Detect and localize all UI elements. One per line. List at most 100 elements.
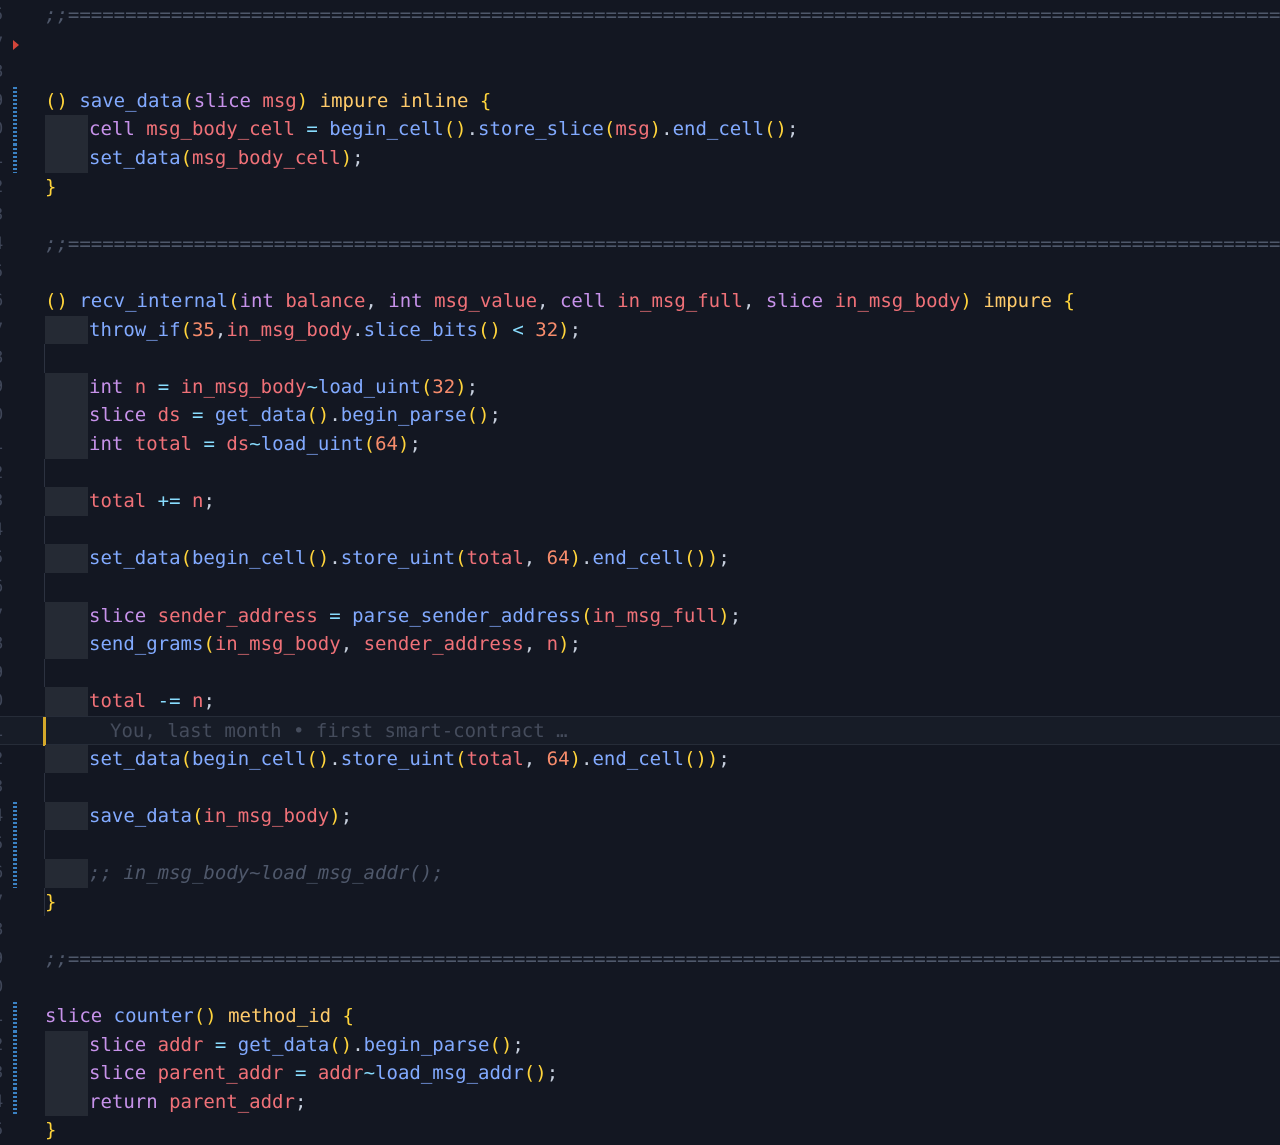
indent-guide xyxy=(45,1030,88,1060)
code-line[interactable]: 2 slice addr = get_data().begin_parse(); xyxy=(0,1030,1280,1060)
code-line[interactable]: 3 xyxy=(0,201,1280,230)
indent-guide xyxy=(45,430,88,459)
line-number: 1 xyxy=(0,1002,5,1031)
line-number: 4 xyxy=(0,802,5,831)
code-text[interactable]: int total = ds~load_uint(64); xyxy=(89,430,421,459)
code-line[interactable]: 5 xyxy=(0,830,1280,859)
code-editor[interactable]: 5 ;;=====================================… xyxy=(0,0,1280,1141)
code-line[interactable]: 8 send_grams(in_msg_body, sender_address,… xyxy=(0,630,1280,659)
git-change-indicator[interactable] xyxy=(13,144,17,173)
code-line[interactable]: 0 xyxy=(0,973,1280,1002)
code-line[interactable]: 1 You, last month • first smart-contract … xyxy=(0,716,1280,746)
indent-guide xyxy=(44,658,45,688)
code-line[interactable]: 8 xyxy=(0,58,1280,87)
code-text[interactable]: send_grams(in_msg_body, sender_address, … xyxy=(89,630,581,659)
code-line[interactable]: 9 int n = in_msg_body~load_uint(32); xyxy=(0,372,1280,402)
code-text[interactable]: save_data(in_msg_body); xyxy=(89,802,352,831)
code-line[interactable]: 0 cell msg_body_cell = begin_cell().store… xyxy=(0,115,1280,144)
indent-guide xyxy=(44,344,45,373)
code-line[interactable]: 6 xyxy=(0,573,1280,602)
code-line[interactable]: 9 ;;=====================================… xyxy=(0,945,1280,974)
line-number: 2 xyxy=(0,173,5,202)
code-line[interactable]: 8 xyxy=(0,344,1280,373)
line-number: 8 xyxy=(0,916,5,945)
code-text[interactable]: total -= n; xyxy=(89,687,215,716)
code-line[interactable]: 9 xyxy=(0,658,1280,688)
code-text[interactable]: slice counter() method_id { xyxy=(45,1002,354,1031)
line-number: 7 xyxy=(0,602,5,631)
indent-guide xyxy=(45,372,88,402)
code-text[interactable]: slice addr = get_data().begin_parse(); xyxy=(89,1031,524,1060)
code-text[interactable]: total += n; xyxy=(89,487,215,516)
code-text[interactable]: cell msg_body_cell = begin_cell().store_… xyxy=(89,115,798,144)
breakpoint-arrow-icon[interactable] xyxy=(13,39,19,50)
code-line[interactable]: 2 set_data(begin_cell().store_uint(total,… xyxy=(0,744,1280,774)
code-text[interactable]: int n = in_msg_body~load_uint(32); xyxy=(89,373,478,402)
indent-guide xyxy=(45,144,88,173)
line-number: 3 xyxy=(0,773,5,802)
code-line[interactable]: 7 throw_if(35,in_msg_body.slice_bits() < … xyxy=(0,315,1280,345)
code-text[interactable]: set_data(begin_cell().store_uint(total, … xyxy=(89,544,730,573)
indent-guide xyxy=(45,859,88,888)
git-change-indicator[interactable] xyxy=(13,859,17,888)
code-text[interactable]: } xyxy=(45,173,56,202)
code-line[interactable]: 6 ;; in_msg_body~load_msg_addr(); xyxy=(0,859,1280,888)
code-text[interactable]: ;;======================================… xyxy=(45,945,1280,974)
code-line[interactable]: 8 xyxy=(0,916,1280,945)
git-change-indicator[interactable] xyxy=(13,1030,17,1060)
line-number: 9 xyxy=(0,945,5,974)
code-line[interactable]: 2} xyxy=(0,173,1280,202)
git-change-indicator[interactable] xyxy=(13,1087,17,1117)
code-line[interactable]: 1 set_data(msg_body_cell); xyxy=(0,144,1280,173)
code-line[interactable]: 5 ;;=====================================… xyxy=(0,1,1280,30)
code-text[interactable]: slice parent_addr = addr~load_msg_addr()… xyxy=(89,1059,558,1088)
line-number: 5 xyxy=(0,830,5,859)
code-text[interactable]: () save_data(slice msg) impure inline { xyxy=(45,87,491,116)
code-line[interactable]: 0 slice ds = get_data().begin_parse(); xyxy=(0,401,1280,430)
code-text[interactable]: throw_if(35,in_msg_body.slice_bits() < 3… xyxy=(89,316,581,345)
code-text[interactable]: ;;======================================… xyxy=(45,230,1280,259)
line-number: 8 xyxy=(0,58,5,87)
git-change-indicator[interactable] xyxy=(13,115,17,144)
line-number: 4 xyxy=(0,516,5,545)
git-change-indicator[interactable] xyxy=(13,830,17,859)
line-number: 6 xyxy=(0,287,5,316)
line-number: 3 xyxy=(0,1059,5,1088)
code-text[interactable]: ;;======================================… xyxy=(45,1,1280,30)
git-change-indicator[interactable] xyxy=(13,1002,17,1031)
code-line[interactable]: 4 xyxy=(0,515,1280,545)
code-text[interactable]: () recv_internal(int balance, int msg_va… xyxy=(45,287,1075,316)
code-text[interactable]: set_data(msg_body_cell); xyxy=(89,144,364,173)
code-line[interactable]: 6 () recv_internal(int balance, int msg_v… xyxy=(0,287,1280,316)
code-line[interactable]: 5 set_data(begin_cell().store_uint(total,… xyxy=(0,544,1280,573)
code-text[interactable]: slice sender_address = parse_sender_addr… xyxy=(89,602,741,631)
code-line[interactable]: 3 total += n; xyxy=(0,487,1280,516)
code-line[interactable]: 0 total -= n; xyxy=(0,687,1280,716)
git-change-indicator[interactable] xyxy=(13,801,17,831)
indent-guide xyxy=(45,315,88,345)
line-number: 1 xyxy=(0,144,5,173)
code-line[interactable]: 7} xyxy=(0,887,1280,917)
code-text[interactable]: ;; in_msg_body~load_msg_addr(); xyxy=(89,859,444,888)
code-line[interactable]: 3 xyxy=(0,773,1280,802)
code-line[interactable]: 7 xyxy=(0,30,1280,59)
code-text[interactable]: } xyxy=(45,1116,56,1145)
git-change-indicator[interactable] xyxy=(13,86,17,116)
code-line[interactable]: 1 slice counter() method_id { xyxy=(0,1002,1280,1031)
code-text[interactable]: } xyxy=(45,888,56,917)
line-number: 1 xyxy=(0,430,5,459)
code-line[interactable]: 4 save_data(in_msg_body); xyxy=(0,801,1280,831)
code-line[interactable]: 2 xyxy=(0,458,1280,488)
code-text[interactable]: slice ds = get_data().begin_parse(); xyxy=(89,401,501,430)
git-change-indicator[interactable] xyxy=(13,1059,17,1088)
code-line[interactable]: 3 slice parent_addr = addr~load_msg_addr(… xyxy=(0,1059,1280,1088)
code-line[interactable]: 1 int total = ds~load_uint(64); xyxy=(0,430,1280,459)
code-line[interactable]: 4 return parent_addr; xyxy=(0,1087,1280,1117)
code-line[interactable]: 9 () save_data(slice msg) impure inline { xyxy=(0,86,1280,116)
code-line[interactable]: 7 slice sender_address = parse_sender_add… xyxy=(0,601,1280,631)
code-text[interactable]: return parent_addr; xyxy=(89,1088,306,1117)
code-line[interactable]: 4 ;;=====================================… xyxy=(0,230,1280,259)
code-line[interactable]: 5 xyxy=(0,258,1280,287)
code-text[interactable]: set_data(begin_cell().store_uint(total, … xyxy=(89,745,730,774)
code-line[interactable]: 5} xyxy=(0,1116,1280,1145)
